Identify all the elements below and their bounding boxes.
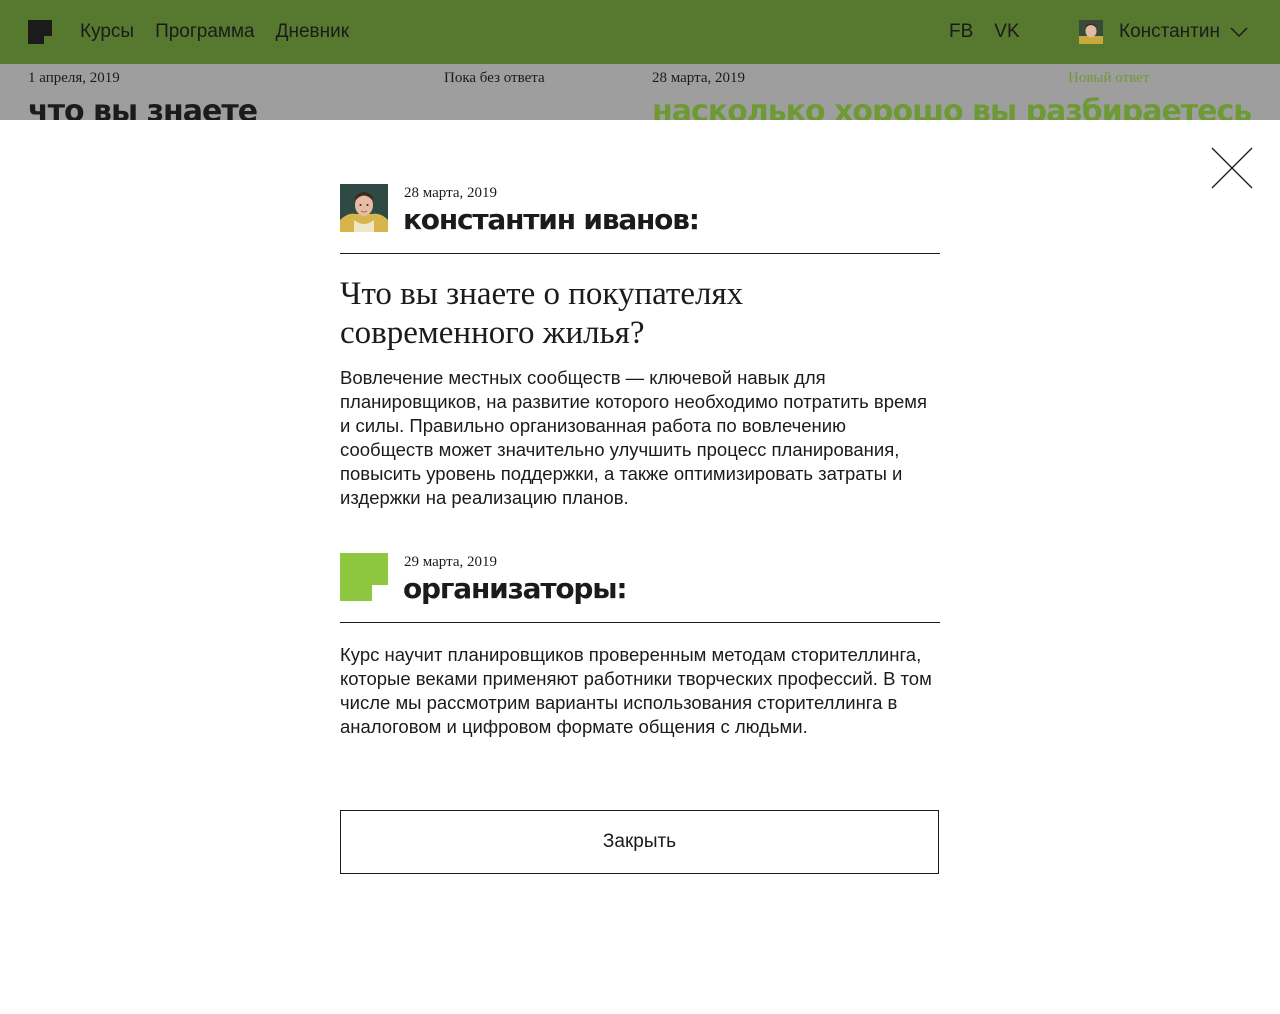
brand-logo-icon[interactable] [28,20,52,44]
bg-card-status: Новый ответ [1068,70,1150,86]
reply-date: 29 марта, 2019 [404,554,497,570]
bg-card-title: насколько хорошо вы разбираетесь [652,94,1252,120]
message-header: 28 марта, 2019 константин иванов: [340,184,940,254]
reply-header: 29 марта, 2019 организаторы: [340,553,940,623]
nav-item-program[interactable]: Программа [155,0,255,64]
nav-item-courses[interactable]: Курсы [80,0,134,64]
top-navigation-bar: Курсы Программа Дневник FB VK Константин [0,0,1280,64]
organizer-logo-icon [340,553,388,601]
message-author: константин иванов: [403,203,700,236]
chevron-down-icon[interactable] [1230,26,1248,38]
close-button[interactable]: Закрыть [340,810,939,874]
message-body: Вовлечение местных сообществ — ключевой … [340,367,928,508]
social-links: FB VK [949,0,1020,64]
avatar [340,184,388,232]
nav-item-diary[interactable]: Дневник [276,0,349,64]
user-menu[interactable]: Константин [1079,0,1248,64]
close-icon[interactable] [1211,147,1253,189]
bg-card-date: 1 апреля, 2019 [28,70,120,86]
bg-card-status: Пока без ответа [444,70,545,86]
social-link-fb[interactable]: FB [949,0,973,64]
question-title: Что вы знаете о покупателях современного… [340,276,744,351]
user-name: Константин [1119,21,1220,42]
bg-card-title: что вы знаете [28,94,258,120]
bg-card-date: 28 марта, 2019 [652,70,745,86]
social-link-vk[interactable]: VK [994,0,1019,64]
main-nav: Курсы Программа Дневник [80,0,349,64]
avatar [1079,20,1103,44]
message-date: 28 марта, 2019 [404,185,497,201]
reply-author: организаторы: [403,572,628,605]
reply-body: Курс научит планировщиков проверенным ме… [340,644,932,737]
background-overlay: 1 апреля, 2019 Пока без ответа что вы зн… [0,64,1280,120]
